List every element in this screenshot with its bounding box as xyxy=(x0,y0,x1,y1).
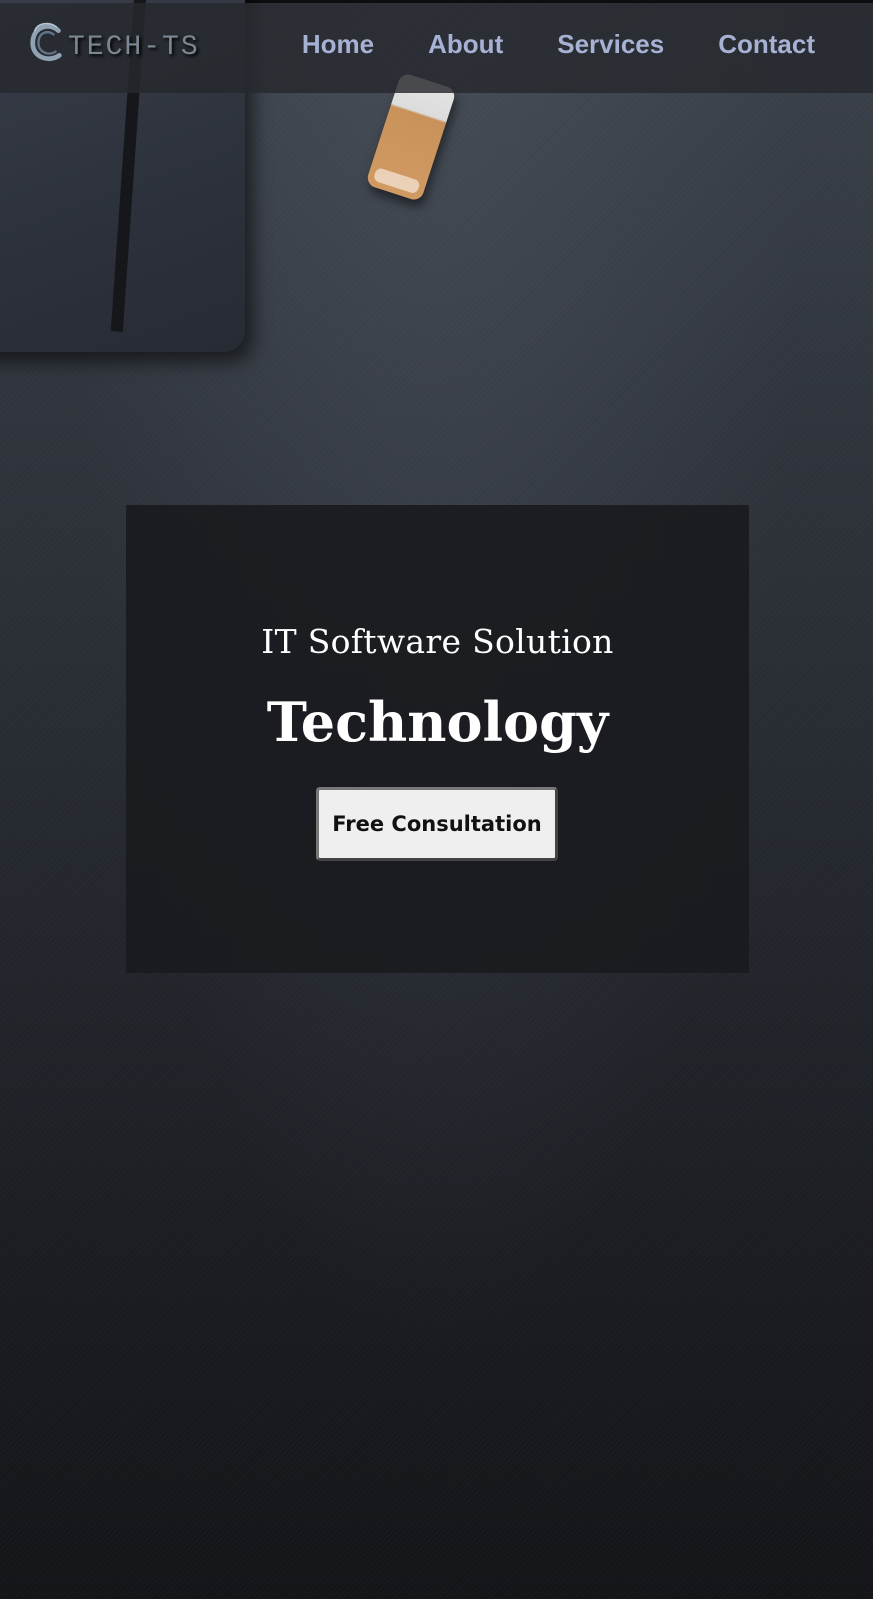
main-nav: Home About Services Contact xyxy=(302,29,815,60)
hero-subtitle: IT Software Solution xyxy=(261,622,614,661)
nav-link-home[interactable]: Home xyxy=(302,29,374,60)
page: TECH-TS Home About Services Contact IT S… xyxy=(0,0,873,1599)
brand-swirl-icon xyxy=(30,22,62,61)
brand-logo[interactable]: TECH-TS xyxy=(28,21,200,65)
top-navbar: TECH-TS Home About Services Contact xyxy=(0,3,873,93)
free-consultation-button[interactable]: Free Consultation xyxy=(316,787,558,861)
nav-link-contact[interactable]: Contact xyxy=(718,29,815,60)
nav-link-about[interactable]: About xyxy=(428,29,503,60)
nav-link-services[interactable]: Services xyxy=(557,29,664,60)
hero-card: IT Software Solution Technology Free Con… xyxy=(126,505,749,973)
hero-title: Technology xyxy=(266,690,609,754)
brand-name: TECH-TS xyxy=(68,31,200,63)
